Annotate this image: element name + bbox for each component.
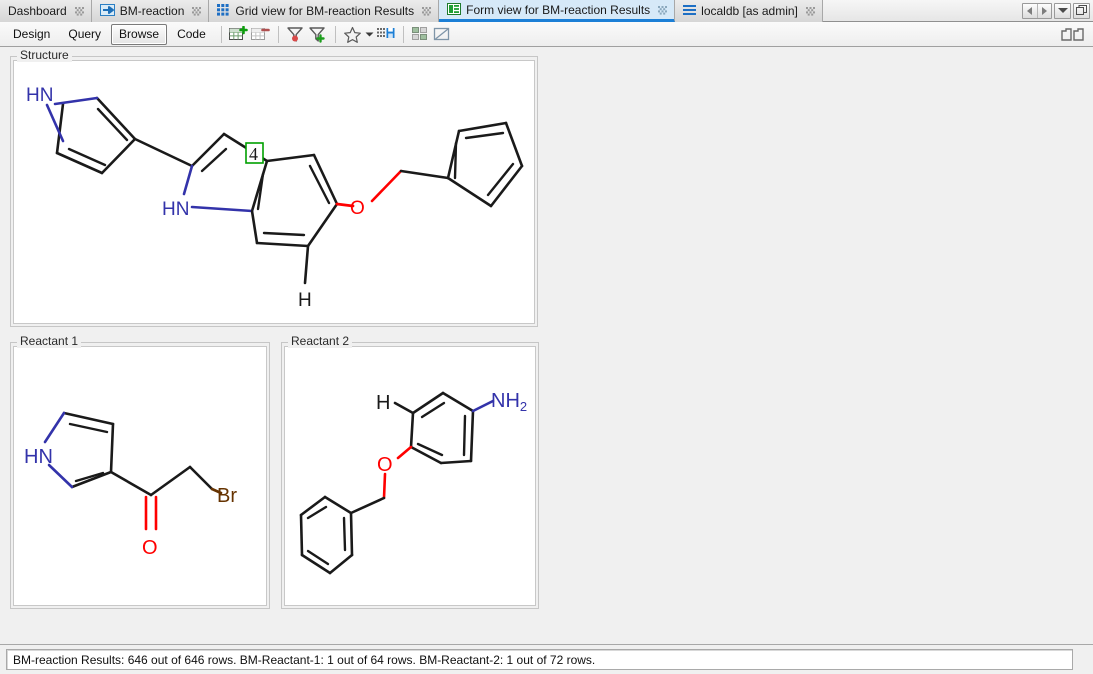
status-bar: BM-reaction Results: 646 out of 646 rows…	[0, 644, 1093, 674]
close-icon[interactable]	[422, 7, 431, 16]
tab-grid-view[interactable]: Grid view for BM-reaction Results	[209, 0, 439, 22]
blue-lines-icon	[683, 4, 696, 19]
product-structure-drawing: HN HN	[14, 61, 530, 317]
tab-label: localdb [as admin]	[701, 0, 798, 22]
tab-label: Grid view for BM-reaction Results	[235, 0, 414, 22]
status-message: BM-reaction Results: 646 out of 646 rows…	[6, 649, 1073, 670]
tab-label: Form view for BM-reaction Results	[466, 0, 650, 21]
oxygen-label: O	[377, 454, 393, 476]
restore-window-icon	[1076, 5, 1087, 16]
structure-panel: Structure	[10, 49, 538, 327]
bromine-label: Br	[217, 485, 237, 507]
filter-active-icon[interactable]	[285, 24, 307, 45]
tab-bar-filler	[823, 0, 1019, 21]
application-window: Dashboard BM-reaction Grid view for BM-r…	[0, 0, 1093, 674]
oxygen-label: O	[142, 537, 158, 559]
toolbar-separator	[221, 26, 222, 43]
favorite-star-icon[interactable]	[342, 24, 364, 45]
structure-panel-title: Structure	[17, 49, 72, 62]
close-icon[interactable]	[806, 7, 815, 16]
mode-query-button[interactable]: Query	[60, 24, 109, 45]
reactant-1-panel-title: Reactant 1	[17, 335, 81, 348]
reactant2-structure-drawing: H NH2 O	[285, 347, 531, 599]
close-icon[interactable]	[658, 6, 667, 15]
reactant-1-molecule-canvas[interactable]: HN O Br	[13, 346, 267, 606]
amine-label: NH2	[491, 390, 527, 414]
atom-map-label-4: 4	[246, 143, 263, 164]
hn-label: HN	[24, 446, 53, 468]
oxygen-label: O	[350, 198, 365, 219]
hydrogen-label: H	[298, 290, 312, 311]
blue-arrow-icon	[100, 4, 115, 19]
layout-icon[interactable]	[410, 24, 432, 45]
favorite-dropdown-icon[interactable]	[364, 24, 375, 45]
tab-bar-controls	[1019, 0, 1093, 21]
hn-pyrrole-label: HN	[26, 85, 53, 106]
close-icon[interactable]	[75, 7, 84, 16]
tab-list-dropdown-button[interactable]	[1054, 3, 1071, 19]
tab-label: Dashboard	[8, 0, 67, 22]
close-icon[interactable]	[192, 7, 201, 16]
reactant-2-panel-title: Reactant 2	[288, 335, 352, 348]
arrow-left-icon	[1027, 7, 1032, 15]
tab-scroll-buttons[interactable]	[1022, 3, 1052, 19]
tab-bm-reaction[interactable]: BM-reaction	[92, 0, 210, 22]
save-view-icon[interactable]	[375, 24, 397, 45]
toolbar: Design Query Browse Code	[0, 22, 1093, 47]
mode-design-button[interactable]: Design	[5, 24, 58, 45]
svg-text:4: 4	[249, 144, 258, 164]
toolbar-separator	[403, 26, 404, 43]
tab-label: BM-reaction	[120, 0, 185, 22]
add-row-icon[interactable]	[228, 24, 250, 45]
tab-form-view[interactable]: Form view for BM-reaction Results	[439, 0, 675, 22]
toolbar-separator	[335, 26, 336, 43]
reactant1-structure-drawing: HN O Br	[14, 347, 262, 599]
mode-browse-button[interactable]: Browse	[111, 24, 167, 45]
chevron-down-icon	[1058, 8, 1068, 13]
hydrogen-label: H	[376, 392, 390, 414]
form-view-content: Structure	[0, 47, 1093, 644]
reactant-2-panel: Reactant 2	[281, 335, 539, 609]
tab-localdb[interactable]: localdb [as admin]	[675, 0, 823, 22]
add-filter-icon[interactable]	[307, 24, 329, 45]
scroll-tabs-right-button[interactable]	[1037, 4, 1051, 18]
restore-window-button[interactable]	[1073, 3, 1090, 19]
tab-bar: Dashboard BM-reaction Grid view for BM-r…	[0, 0, 1093, 22]
reactant-1-panel: Reactant 1	[10, 335, 270, 609]
delete-row-icon[interactable]	[250, 24, 272, 45]
arrow-right-icon	[1042, 7, 1047, 15]
toolbar-separator	[278, 26, 279, 43]
green-form-icon	[447, 3, 461, 18]
mode-code-button[interactable]: Code	[169, 24, 214, 45]
hn-indole-label: HN	[162, 199, 189, 220]
panels-icon[interactable]	[1059, 24, 1089, 45]
structure-molecule-canvas[interactable]: HN HN	[13, 60, 535, 324]
reactant-2-molecule-canvas[interactable]: H NH2 O	[284, 346, 536, 606]
tab-dashboard[interactable]: Dashboard	[0, 0, 92, 22]
scroll-tabs-left-button[interactable]	[1023, 4, 1037, 18]
export-icon[interactable]	[432, 24, 454, 45]
blue-grid-icon	[217, 4, 230, 19]
